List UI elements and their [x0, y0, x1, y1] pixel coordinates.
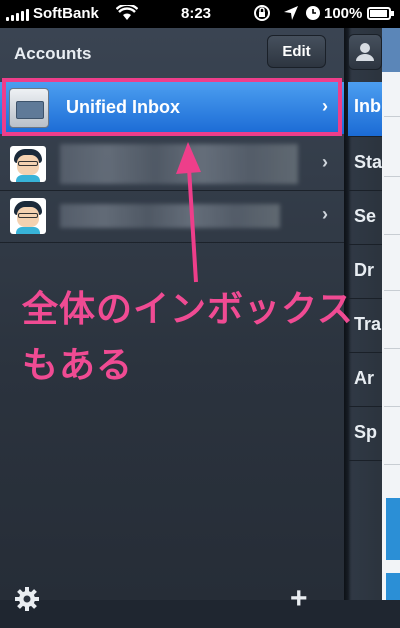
- annotation-text: 全体のインボックス もある: [22, 289, 354, 386]
